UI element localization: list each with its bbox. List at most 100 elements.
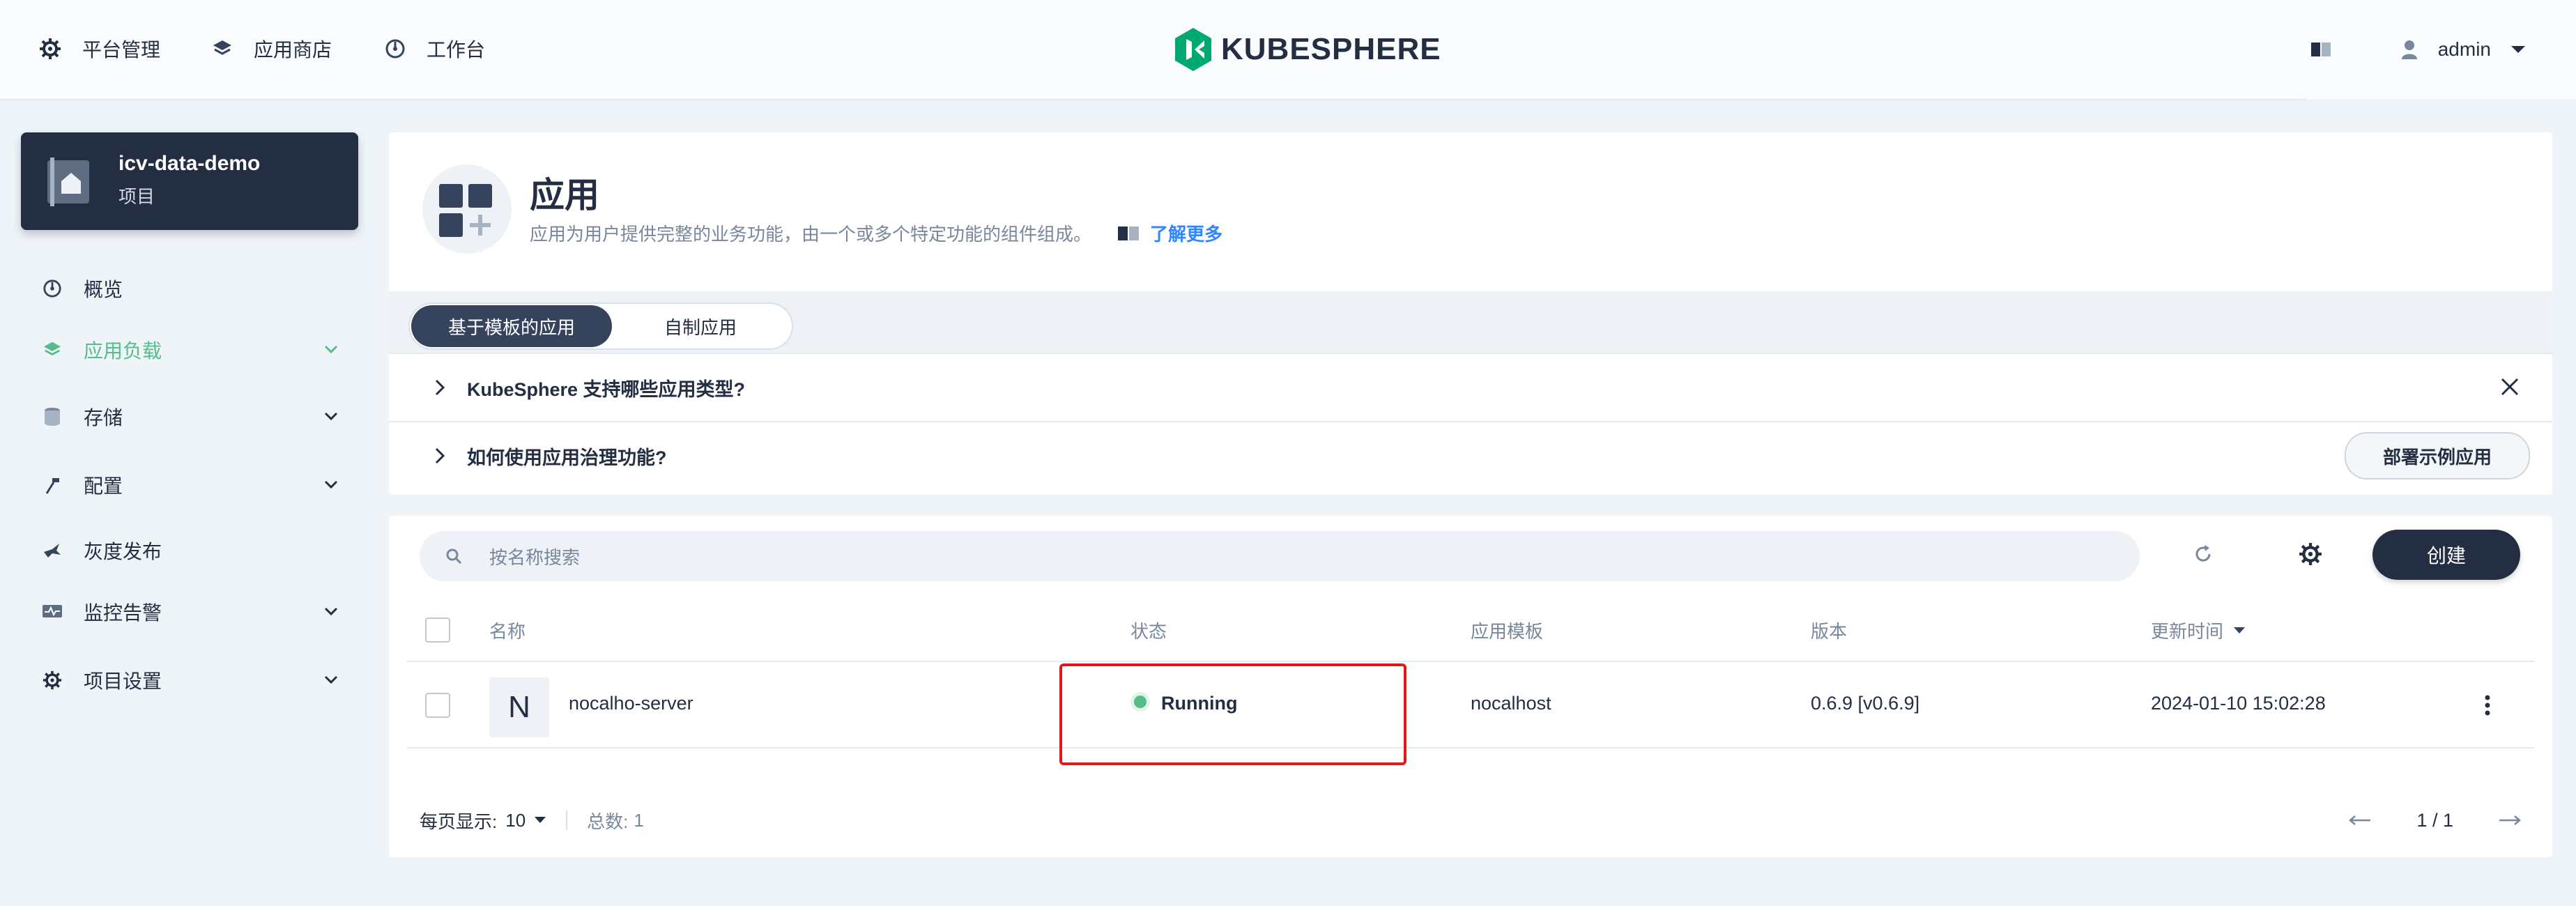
column-header-status[interactable]: 状态: [1130, 617, 1167, 643]
gear-icon: [40, 38, 61, 59]
kubesphere-logo-icon: [1175, 28, 1211, 71]
table-row[interactable]: N nocalho-server Running nocalhost 0.6.9…: [407, 662, 2534, 748]
prev-page-icon[interactable]: [2348, 815, 2372, 826]
create-button[interactable]: 创建: [2372, 530, 2520, 580]
app-template: nocalhost: [1471, 693, 1551, 714]
row-checkbox[interactable]: [425, 693, 450, 718]
close-icon[interactable]: [2499, 376, 2520, 397]
description-text: 应用为用户提供完整的业务功能，由一个或多个特定功能的组件组成。: [530, 224, 1092, 245]
learn-more-label: 了解更多: [1150, 224, 1223, 245]
settings-icon[interactable]: [2299, 542, 2322, 566]
sidebar-item-canary-release[interactable]: 灰度发布: [40, 530, 340, 571]
sidebar-item-overview[interactable]: 概览: [40, 268, 340, 309]
project-type: 项目: [118, 186, 155, 207]
sidebar-item-monitoring-alerting[interactable]: 监控告警: [40, 591, 340, 633]
caret-down-icon: [2511, 46, 2525, 53]
apps-table-panel: 按名称搜索 创建 名称 状态 应用模板 版本 更新时间 N nocalho-se…: [389, 516, 2552, 857]
app-name-link[interactable]: nocalho-server: [569, 693, 693, 714]
page-size-value: 10: [505, 809, 526, 831]
search-input[interactable]: 按名称搜索: [420, 531, 2140, 581]
tab-template-apps[interactable]: 基于模板的应用: [411, 305, 612, 347]
more-options-icon[interactable]: [2484, 694, 2491, 716]
column-header-updated[interactable]: 更新时间: [2151, 617, 2246, 643]
next-page-icon[interactable]: [2498, 815, 2522, 826]
dashboard-icon: [40, 277, 64, 300]
page-description: 应用为用户提供完整的业务功能，由一个或多个特定功能的组件组成。 了解更多: [530, 220, 1222, 246]
sidebar-item-label: 配置: [84, 475, 123, 497]
user-icon: [2401, 40, 2417, 59]
user-menu[interactable]: admin: [2400, 32, 2526, 67]
bird-icon: [40, 539, 64, 562]
column-header-template[interactable]: 应用模板: [1471, 617, 1543, 643]
nav-app-store[interactable]: 应用商店: [212, 28, 332, 70]
project-icon: [47, 158, 89, 206]
apps-icon: [422, 164, 512, 254]
nav-label: 工作台: [427, 39, 486, 61]
nav-platform-management[interactable]: 平台管理: [39, 28, 160, 70]
gear-icon: [40, 668, 64, 692]
tab-custom-apps[interactable]: 自制应用: [613, 305, 788, 347]
app-updated-time: 2024-01-10 15:02:28: [2151, 693, 2326, 714]
faq-question: KubeSphere 支持哪些应用类型?: [467, 378, 746, 400]
select-all-checkbox[interactable]: [425, 617, 450, 643]
sidebar-item-label: 项目设置: [84, 670, 162, 692]
deploy-sample-app-button[interactable]: 部署示例应用: [2345, 432, 2530, 479]
refresh-icon[interactable]: [2193, 544, 2214, 565]
tab-group: 基于模板的应用 自制应用: [408, 302, 793, 350]
total-label: 总数:: [587, 811, 629, 832]
column-header-updated-label: 更新时间: [2151, 621, 2224, 642]
layers-icon: [40, 338, 64, 362]
nav-label: 平台管理: [82, 39, 161, 61]
project-name: icv-data-demo: [118, 152, 261, 175]
navbar-divider: [0, 99, 2307, 100]
page-indicator: 1 / 1: [2416, 809, 2453, 831]
hammer-icon: [40, 473, 64, 497]
monitor-icon: [40, 600, 64, 624]
sidebar-item-label: 存储: [84, 407, 123, 429]
faq-item-app-types[interactable]: KubeSphere 支持哪些应用类型?: [389, 353, 2552, 421]
search-placeholder: 按名称搜索: [489, 546, 581, 568]
page-size-label: 每页显示:: [420, 811, 498, 832]
docs-book-icon[interactable]: [2310, 40, 2332, 62]
chevron-right-icon: [435, 447, 445, 464]
search-icon: [446, 548, 462, 565]
table-header: 名称 状态 应用模板 版本 更新时间: [407, 597, 2534, 662]
total-count: 1: [634, 809, 644, 831]
faq-item-app-governance[interactable]: 如何使用应用治理功能? 部署示例应用: [389, 421, 2552, 489]
sidebar-item-label: 概览: [84, 279, 123, 300]
chevron-down-icon: [324, 412, 338, 421]
chevron-down-icon: [324, 345, 338, 354]
column-header-version[interactable]: 版本: [1811, 617, 1847, 643]
project-card[interactable]: icv-data-demo 项目: [21, 132, 358, 230]
caret-down-icon: [535, 817, 546, 823]
footer-divider: [566, 811, 568, 830]
sidebar-item-project-settings[interactable]: 项目设置: [40, 659, 340, 701]
chevron-down-icon: [324, 480, 338, 489]
layers-icon: [213, 40, 231, 55]
username: admin: [2437, 38, 2491, 60]
chevron-right-icon: [435, 379, 445, 396]
learn-more-link[interactable]: 了解更多: [1117, 220, 1222, 246]
chevron-down-icon: [324, 675, 338, 684]
sidebar-item-app-workloads[interactable]: 应用负载: [40, 329, 340, 371]
app-avatar: N: [489, 677, 549, 737]
database-icon: [40, 405, 64, 429]
sidebar-item-storage[interactable]: 存储: [40, 396, 340, 438]
logo-text: KUBESPHERE: [1221, 32, 1441, 66]
sidebar-item-label: 应用负载: [84, 340, 162, 362]
page-banner: 应用 应用为用户提供完整的业务功能，由一个或多个特定功能的组件组成。 了解更多: [389, 132, 2552, 291]
column-header-name[interactable]: 名称: [489, 617, 526, 643]
chevron-down-icon: [324, 607, 338, 616]
status-highlight-box: [1059, 663, 1406, 765]
kubesphere-logo[interactable]: KUBESPHERE: [1174, 26, 1441, 72]
sidebar-item-label: 灰度发布: [84, 541, 162, 562]
tab-bar: 基于模板的应用 自制应用: [389, 291, 2552, 353]
sort-desc-icon: [2234, 627, 2246, 634]
pagination: 1 / 1: [2348, 803, 2522, 838]
sidebar-item-configuration[interactable]: 配置: [40, 464, 340, 506]
nav-workbench[interactable]: 工作台: [385, 28, 485, 70]
app-version: 0.6.9 [v0.6.9]: [1811, 693, 1920, 714]
nav-label: 应用商店: [254, 39, 332, 61]
page-size-select[interactable]: 10: [505, 810, 546, 831]
faq-question: 如何使用应用治理功能?: [467, 447, 667, 468]
